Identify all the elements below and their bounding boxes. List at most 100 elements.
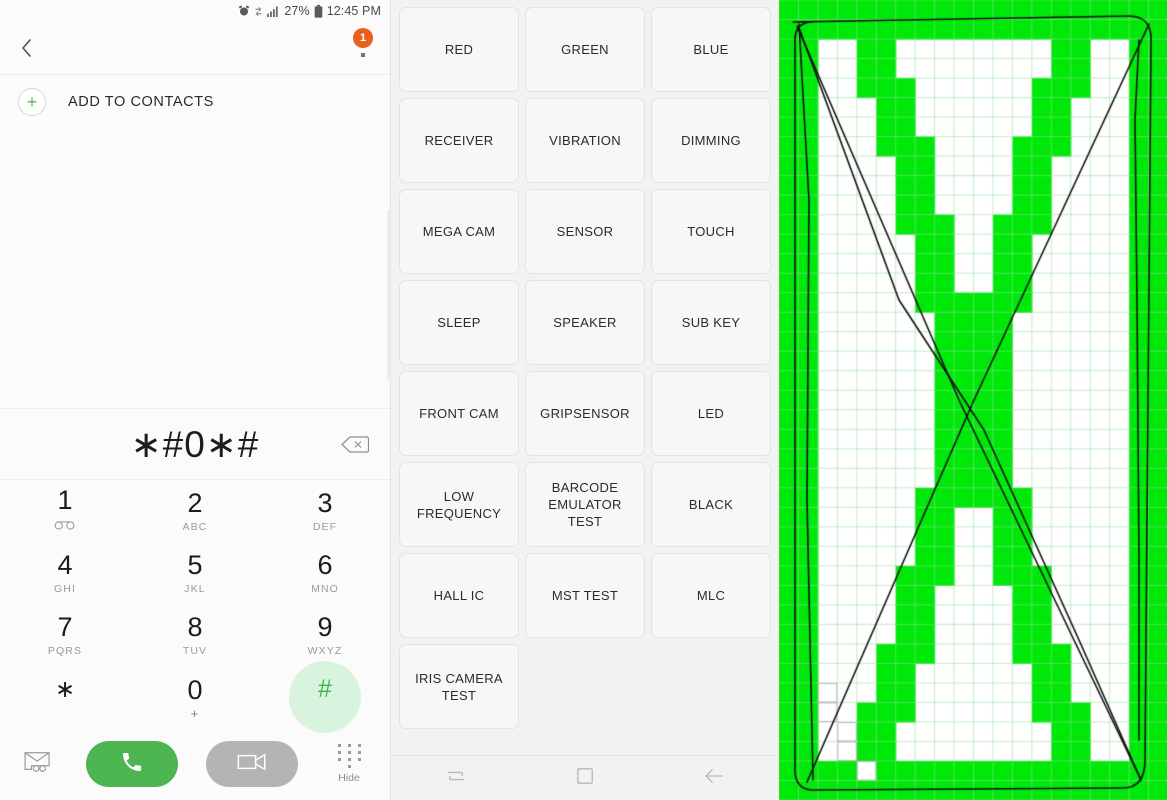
dialer-empty-area bbox=[0, 129, 390, 408]
number-display-row[interactable]: ∗#0∗# bbox=[0, 408, 390, 480]
plus-icon: + bbox=[18, 88, 46, 116]
test-cell-empty bbox=[525, 644, 645, 729]
battery-percent: 27% bbox=[284, 4, 310, 18]
hide-keypad-button[interactable]: Hide bbox=[326, 744, 372, 784]
key-7[interactable]: 7 PQRS bbox=[0, 604, 130, 666]
key-sublabel: WXYZ bbox=[307, 645, 343, 657]
backspace-icon[interactable] bbox=[340, 433, 370, 455]
dialed-number: ∗#0∗# bbox=[130, 423, 260, 465]
message-icon bbox=[23, 750, 53, 779]
dialer-panel: 27% 12:45 PM 1 + ADD TO CONTACTS ∗#0∗# 1… bbox=[0, 0, 390, 800]
back-button[interactable] bbox=[14, 35, 40, 61]
status-badge: 1 bbox=[353, 28, 373, 48]
app-bar: 1 bbox=[0, 22, 390, 74]
status-bar: 27% 12:45 PM bbox=[0, 0, 390, 22]
key-0[interactable]: 0 + bbox=[130, 666, 260, 728]
notification-badge-wrapper[interactable]: 1 bbox=[350, 28, 376, 62]
key-digit: ∗ bbox=[54, 676, 76, 703]
test-cell[interactable]: BARCODE EMULATOR TEST bbox=[525, 462, 645, 547]
add-to-contacts-label: ADD TO CONTACTS bbox=[68, 94, 214, 110]
call-button[interactable] bbox=[86, 741, 178, 787]
test-cell[interactable]: MST TEST bbox=[525, 553, 645, 638]
home-square-icon bbox=[576, 767, 594, 790]
test-cell[interactable]: HALL IC bbox=[399, 553, 519, 638]
test-cell[interactable]: DIMMING bbox=[651, 98, 771, 183]
test-cell[interactable]: BLUE bbox=[651, 7, 771, 92]
clock-time: 12:45 PM bbox=[326, 4, 381, 18]
back-arrow-icon bbox=[703, 767, 725, 790]
key-sublabel: JKL bbox=[184, 583, 206, 595]
test-cell[interactable]: BLACK bbox=[651, 462, 771, 547]
test-cell[interactable]: GREEN bbox=[525, 7, 645, 92]
video-camera-icon bbox=[237, 752, 267, 777]
test-menu-grid[interactable]: RED GREEN BLUE RECEIVER VIBRATION DIMMING MEGA… bbox=[391, 0, 779, 755]
key-digit: 7 bbox=[57, 612, 73, 642]
key-4[interactable]: 4 GHI bbox=[0, 542, 130, 604]
test-cell-empty bbox=[651, 644, 771, 729]
key-digit: 5 bbox=[187, 550, 203, 580]
key-sublabel: GHI bbox=[54, 583, 76, 595]
voicemail-icon bbox=[54, 517, 76, 535]
test-cell[interactable]: SUB KEY bbox=[651, 280, 771, 365]
sync-icon bbox=[254, 6, 263, 17]
key-digit: 2 bbox=[187, 488, 203, 518]
test-cell[interactable]: LOW FREQUENCY bbox=[399, 462, 519, 547]
scrollbar[interactable] bbox=[387, 210, 390, 380]
key-digit: 3 bbox=[317, 488, 333, 518]
test-cell[interactable]: TOUCH bbox=[651, 189, 771, 274]
dialer-action-bar: Hide bbox=[0, 728, 390, 800]
test-cell[interactable]: MEGA CAM bbox=[399, 189, 519, 274]
factory-test-panel: RED GREEN BLUE RECEIVER VIBRATION DIMMING MEGA… bbox=[387, 0, 779, 800]
key-sublabel: DEF bbox=[312, 521, 338, 533]
key-digit: 0 bbox=[187, 675, 203, 705]
test-cell[interactable]: GRIPSENSOR bbox=[525, 371, 645, 456]
navigation-bar bbox=[391, 755, 779, 800]
test-cell[interactable]: SPEAKER bbox=[525, 280, 645, 365]
key-6[interactable]: 6 MNO bbox=[260, 542, 390, 604]
recents-icon bbox=[446, 768, 466, 789]
test-cell[interactable]: SENSOR bbox=[525, 189, 645, 274]
badge-tail-icon bbox=[361, 53, 365, 57]
test-cell[interactable]: FRONT CAM bbox=[399, 371, 519, 456]
key-8[interactable]: 8 TUV bbox=[130, 604, 260, 666]
test-cell[interactable]: IRIS CAMERA TEST bbox=[399, 644, 519, 729]
key-digit: 6 bbox=[317, 550, 333, 580]
test-cell[interactable]: RECEIVER bbox=[399, 98, 519, 183]
key-digit: 1 bbox=[57, 485, 73, 515]
key-sublabel: + bbox=[190, 706, 200, 721]
battery-icon bbox=[314, 4, 323, 18]
key-sublabel: TUV bbox=[182, 645, 208, 657]
keypad-dots-icon bbox=[337, 744, 362, 768]
key-5[interactable]: 5 JKL bbox=[130, 542, 260, 604]
alarm-icon bbox=[238, 5, 250, 17]
phone-icon bbox=[120, 750, 144, 779]
test-cell[interactable]: LED bbox=[651, 371, 771, 456]
signal-icon bbox=[267, 6, 280, 17]
recents-button[interactable] bbox=[426, 756, 486, 800]
test-cell[interactable]: VIBRATION bbox=[525, 98, 645, 183]
key-sublabel: MNO bbox=[311, 583, 339, 595]
back-nav-button[interactable] bbox=[684, 756, 744, 800]
key-digit: 4 bbox=[57, 550, 73, 580]
key-sublabel: ABC bbox=[182, 521, 208, 533]
key-star[interactable]: ∗ bbox=[0, 666, 130, 728]
key-hash[interactable]: # bbox=[260, 661, 390, 733]
key-digit: # bbox=[318, 675, 332, 703]
key-2[interactable]: 2 ABC bbox=[130, 480, 260, 542]
add-to-contacts-row[interactable]: + ADD TO CONTACTS bbox=[0, 75, 390, 129]
key-9[interactable]: 9 WXYZ bbox=[260, 604, 390, 666]
test-cell[interactable]: RED bbox=[399, 7, 519, 92]
test-cell[interactable]: SLEEP bbox=[399, 280, 519, 365]
home-button[interactable] bbox=[555, 756, 615, 800]
key-digit: 9 bbox=[317, 612, 333, 642]
key-sublabel: PQRS bbox=[47, 645, 83, 657]
key-digit: 8 bbox=[187, 612, 203, 642]
key-1[interactable]: 1 bbox=[0, 480, 130, 542]
touch-test-panel[interactable] bbox=[779, 0, 1167, 800]
video-call-button[interactable] bbox=[206, 741, 298, 787]
touch-test-canvas[interactable] bbox=[779, 0, 1167, 800]
key-3[interactable]: 3 DEF bbox=[260, 480, 390, 542]
message-button[interactable] bbox=[18, 750, 58, 779]
test-cell[interactable]: MLC bbox=[651, 553, 771, 638]
dial-keypad[interactable]: 1 2 ABC 3 DEF 4 GHI 5 JKL 6 MNO 7 PQRS 8… bbox=[0, 480, 390, 733]
